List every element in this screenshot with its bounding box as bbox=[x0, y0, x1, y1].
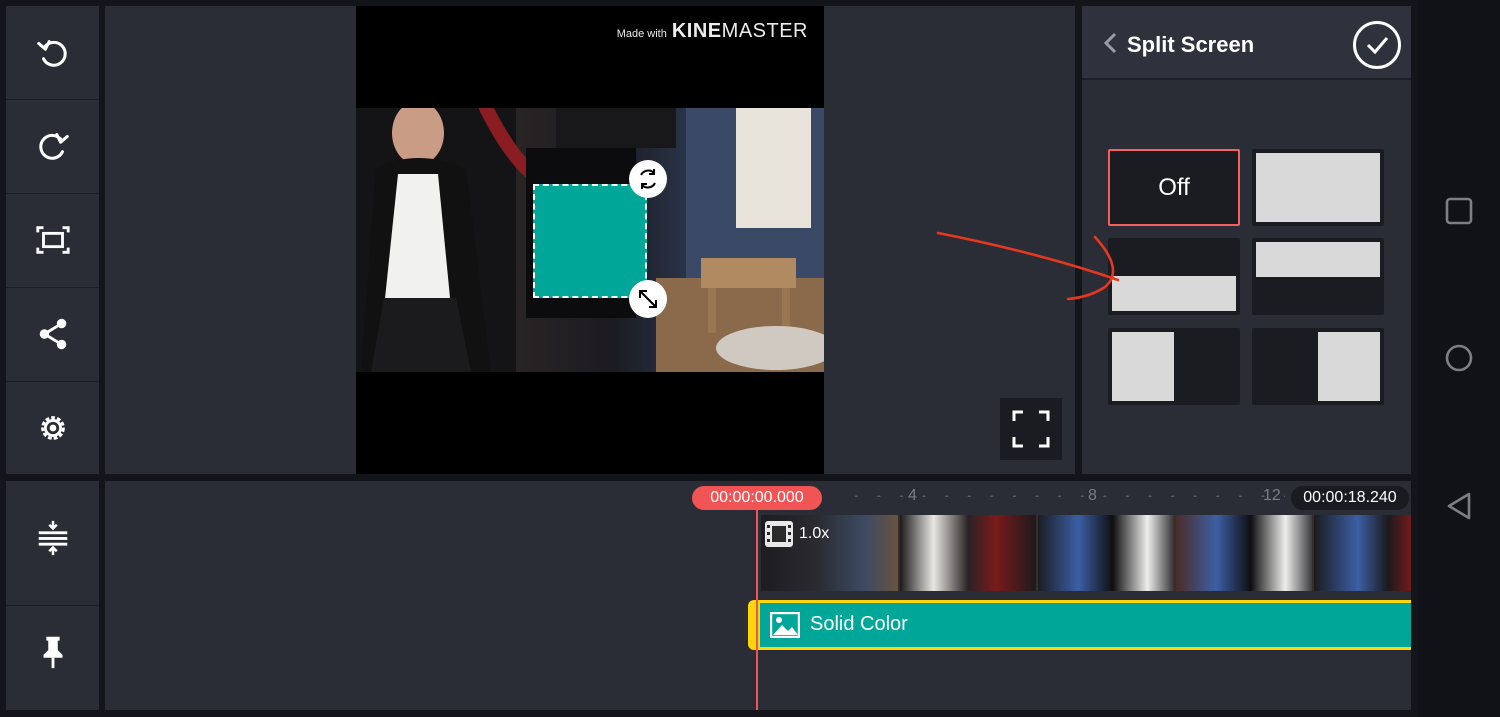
share-icon bbox=[39, 318, 66, 350]
system-nav-bar bbox=[1417, 0, 1500, 717]
split-option-off[interactable]: Off bbox=[1108, 149, 1240, 226]
pin-button[interactable] bbox=[6, 605, 99, 698]
triangle-back-icon bbox=[1447, 492, 1471, 520]
image-icon bbox=[770, 612, 800, 638]
split-option-left-half[interactable] bbox=[1108, 328, 1240, 405]
preview-area: Made with KINEMASTER bbox=[105, 6, 1075, 474]
share-button[interactable] bbox=[6, 287, 99, 380]
fullscreen-icon bbox=[1012, 410, 1050, 448]
kinemaster-watermark: Made with KINEMASTER bbox=[616, 20, 808, 42]
film-clip-icon bbox=[765, 521, 793, 547]
fullscreen-button[interactable] bbox=[1000, 398, 1062, 460]
clip-thumbnail bbox=[899, 515, 1037, 591]
confirm-button[interactable] bbox=[1353, 21, 1401, 69]
clip-thumbnail bbox=[1175, 515, 1313, 591]
timeline[interactable]: 4 8 12 00:00:00.000 00:00:18.240 1.0x So… bbox=[105, 481, 1411, 710]
clip-speed-badge: 1.0x bbox=[765, 521, 829, 547]
ruler-tick: 12 bbox=[1263, 487, 1281, 504]
square-icon bbox=[1445, 197, 1473, 225]
expand-tracks-icon bbox=[38, 520, 67, 555]
panel-title: Split Screen bbox=[1127, 32, 1255, 57]
undo-icon bbox=[36, 39, 67, 67]
gear-icon bbox=[40, 416, 65, 440]
resize-handle[interactable] bbox=[629, 280, 667, 318]
split-screen-panel: Split Screen Off bbox=[1082, 6, 1411, 474]
back-button[interactable] bbox=[1439, 486, 1479, 526]
trim-handle[interactable] bbox=[748, 600, 760, 650]
solid-color-layer-box[interactable] bbox=[533, 184, 647, 298]
ruler-tick: 4 bbox=[908, 487, 917, 504]
left-toolbar bbox=[6, 6, 99, 474]
home-button[interactable] bbox=[1439, 338, 1479, 378]
ruler-tick: 8 bbox=[1088, 487, 1097, 504]
rotate-icon bbox=[640, 169, 656, 189]
capture-frame-icon bbox=[35, 226, 70, 254]
total-time-badge: 00:00:18.240 bbox=[1291, 486, 1409, 510]
timeline-toolbar bbox=[6, 481, 99, 710]
clip-thumbnail bbox=[1313, 515, 1411, 591]
split-option-top-half[interactable] bbox=[1252, 238, 1384, 315]
screen-capture-button[interactable] bbox=[6, 193, 99, 286]
expand-tracks-button[interactable] bbox=[6, 491, 99, 584]
panel-header: Split Screen bbox=[1082, 6, 1411, 80]
back-chevron-icon[interactable] bbox=[1098, 30, 1124, 56]
redo-button[interactable] bbox=[6, 99, 99, 192]
current-time-badge: 00:00:00.000 bbox=[692, 486, 822, 510]
resize-diagonal-icon bbox=[639, 290, 657, 308]
circle-icon bbox=[1445, 344, 1473, 372]
solid-color-track[interactable]: Solid Color bbox=[748, 600, 1411, 650]
undo-button[interactable] bbox=[6, 6, 99, 99]
checkmark-icon bbox=[1366, 37, 1389, 55]
redo-icon bbox=[38, 133, 69, 160]
video-clip-track[interactable]: 1.0x bbox=[761, 515, 1411, 591]
split-option-full[interactable] bbox=[1252, 149, 1384, 226]
split-option-bottom-half[interactable] bbox=[1108, 238, 1240, 315]
playhead[interactable] bbox=[756, 509, 758, 710]
settings-button[interactable] bbox=[6, 381, 99, 474]
solid-color-label: Solid Color bbox=[810, 613, 908, 635]
pin-icon bbox=[43, 636, 62, 669]
split-option-right-half[interactable] bbox=[1252, 328, 1384, 405]
recent-apps-button[interactable] bbox=[1439, 191, 1479, 231]
video-preview[interactable]: Made with KINEMASTER bbox=[356, 6, 824, 474]
clip-thumbnail bbox=[1037, 515, 1175, 591]
rotate-handle[interactable] bbox=[629, 160, 667, 198]
